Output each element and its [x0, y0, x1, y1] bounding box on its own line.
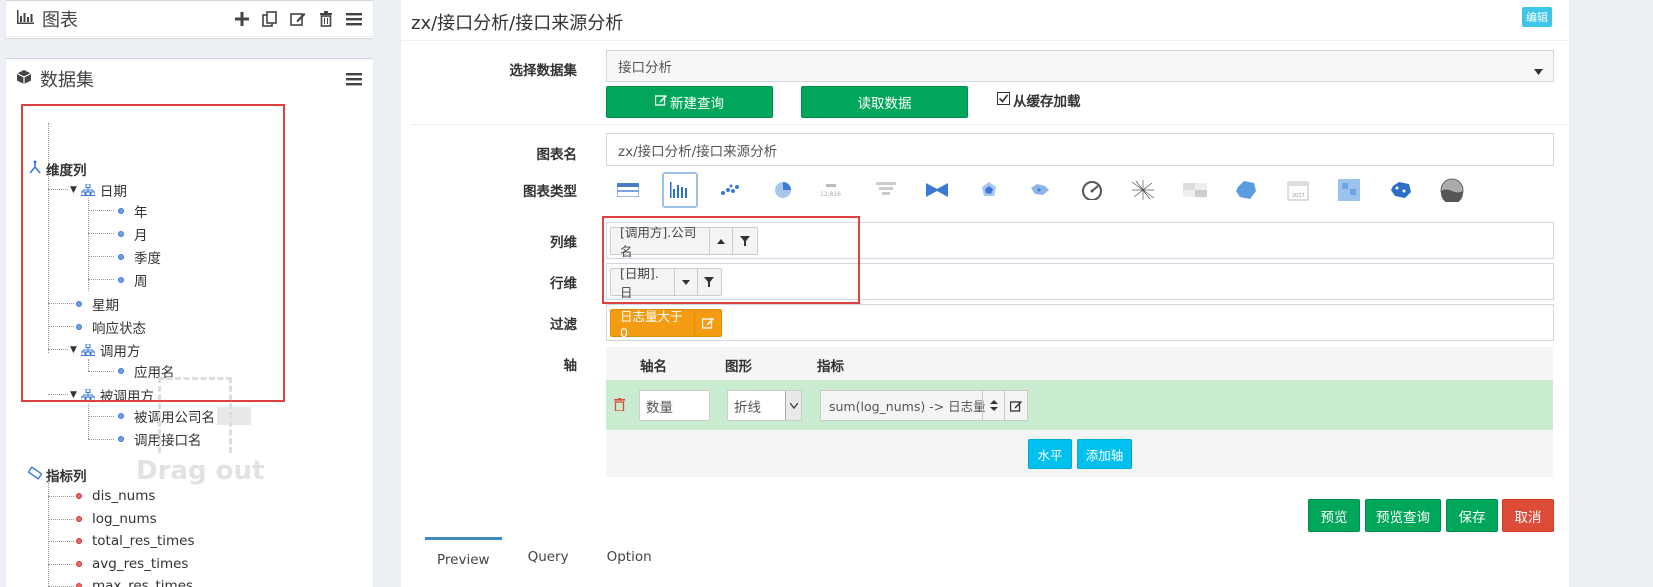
tab-query[interactable]: Query	[516, 537, 581, 580]
ruler-icon	[27, 466, 43, 484]
area-heatmap-chart-icon[interactable]	[1331, 172, 1367, 208]
copy-icon[interactable]	[261, 10, 279, 28]
axis-name-input[interactable]: 数量	[639, 390, 710, 421]
axis-shape-select[interactable]: 折线	[727, 390, 802, 421]
caret-down-icon	[1534, 63, 1543, 79]
filter-label: 过滤	[550, 317, 577, 333]
svg-text:2017: 2017	[1292, 193, 1305, 199]
highlight-box-dimensions	[21, 104, 285, 402]
axis-header-shape: 图形	[725, 359, 752, 375]
axis-header-metric: 指标	[817, 359, 844, 375]
gauge-chart-icon[interactable]	[1074, 172, 1110, 208]
chart-panel-title: 图表	[42, 9, 78, 31]
tab-preview[interactable]: Preview	[425, 537, 502, 580]
trash-icon[interactable]	[317, 10, 335, 28]
measure-dis-nums[interactable]: dis_nums	[76, 486, 155, 506]
heatmap-chart-icon[interactable]	[1177, 172, 1213, 208]
bar-chart-icon	[16, 9, 34, 28]
axis-label: 轴	[563, 358, 578, 374]
menu-icon[interactable]	[345, 10, 363, 28]
bar-chart-type-icon[interactable]	[661, 172, 698, 208]
wordcloud-chart-icon[interactable]	[1125, 172, 1161, 208]
plus-icon[interactable]	[233, 10, 251, 28]
save-button[interactable]: 保存	[1446, 499, 1498, 532]
add-axis-button[interactable]: 添加轴	[1077, 439, 1132, 469]
pie-chart-icon[interactable]	[765, 172, 801, 208]
chart-type-label: 图表类型	[523, 184, 577, 200]
row-dim-label: 行维	[550, 276, 577, 292]
horizontal-button[interactable]: 水平	[1028, 439, 1072, 469]
new-query-button[interactable]: 新建查询	[606, 86, 773, 118]
liquid-fill-chart-icon[interactable]	[1434, 172, 1470, 208]
preview-query-button[interactable]: 预览查询	[1365, 499, 1441, 532]
edit-icon	[654, 94, 667, 110]
measure-total-res-times[interactable]: total_res_times	[76, 531, 195, 551]
chart-name-input[interactable]: zx/接口分析/接口来源分析	[606, 133, 1554, 166]
china-map-chart-icon[interactable]	[1228, 172, 1264, 208]
scatter-map-chart-icon[interactable]	[1383, 172, 1419, 208]
read-data-button[interactable]: 读取数据	[801, 86, 968, 118]
sort-icon[interactable]	[982, 391, 1004, 420]
cube-icon	[16, 69, 32, 89]
funnel-chart-icon[interactable]	[868, 172, 904, 208]
cancel-button[interactable]: 取消	[1502, 499, 1554, 532]
chart-panel: 图表	[6, 0, 373, 38]
kpi-chart-icon[interactable]: 12,816	[816, 172, 852, 208]
dataset-panel-header: 数据集	[6, 61, 373, 97]
chart-editor-panel: zx/接口分析/接口来源分析 编辑 选择数据集 接口分析 新建查询 读取数据 从…	[401, 0, 1569, 587]
checkbox-checked-icon[interactable]	[997, 91, 1010, 109]
preview-tabs: Preview Query Option	[425, 537, 678, 580]
trash-icon[interactable]	[614, 398, 625, 415]
edit-badge[interactable]: 编辑	[1522, 7, 1552, 27]
dataset-label: 选择数据集	[509, 63, 578, 79]
page-title: zx/接口分析/接口来源分析	[411, 13, 624, 34]
dataset-select[interactable]: 接口分析	[606, 50, 1554, 82]
axis-metric-tag[interactable]: sum(log_nums) -> 日志量	[820, 390, 1028, 421]
chart-type-picker: 12,816 2017	[610, 172, 1486, 208]
calendar-chart-icon[interactable]: 2017	[1280, 172, 1316, 208]
chart-name-label: 图表名	[536, 147, 578, 163]
column-dim-label: 列维	[550, 235, 577, 251]
edit-icon[interactable]	[1004, 391, 1027, 420]
measure-avg-res-times[interactable]: avg_res_times	[76, 554, 188, 574]
measure-log-nums[interactable]: log_nums	[76, 509, 157, 529]
preview-button[interactable]: 预览	[1308, 499, 1360, 532]
filter-tag[interactable]: 日志量大于0	[610, 309, 722, 340]
chart-panel-tools	[233, 10, 363, 28]
filter-dropzone[interactable]	[606, 304, 1554, 341]
highlight-box-dims	[602, 216, 860, 304]
sankey-chart-icon[interactable]	[919, 172, 955, 208]
chart-panel-header: 图表	[6, 1, 373, 37]
menu-icon[interactable]	[345, 70, 363, 88]
axis-header-name: 轴名	[640, 359, 667, 375]
cache-checkbox[interactable]: 从缓存加载	[997, 90, 1081, 110]
measure-max-res-times[interactable]: max_res_times	[76, 576, 193, 587]
scatter-chart-icon[interactable]	[713, 172, 749, 208]
axis-row: 数量 折线 sum(log_nums) -> 日志量	[606, 380, 1553, 430]
dataset-panel-title: 数据集	[40, 70, 94, 91]
map-chart-icon[interactable]	[1022, 172, 1058, 208]
edit-icon[interactable]	[289, 10, 307, 28]
radar-chart-icon[interactable]	[971, 172, 1007, 208]
tab-option[interactable]: Option	[595, 537, 664, 580]
drag-out-hint: Drag out	[136, 456, 265, 486]
svg-text:12,816: 12,816	[820, 191, 841, 197]
edit-icon[interactable]	[693, 310, 721, 336]
measure-root: 指标列	[27, 465, 87, 485]
chevron-down-icon[interactable]	[785, 391, 801, 420]
table-chart-icon[interactable]	[610, 172, 646, 208]
